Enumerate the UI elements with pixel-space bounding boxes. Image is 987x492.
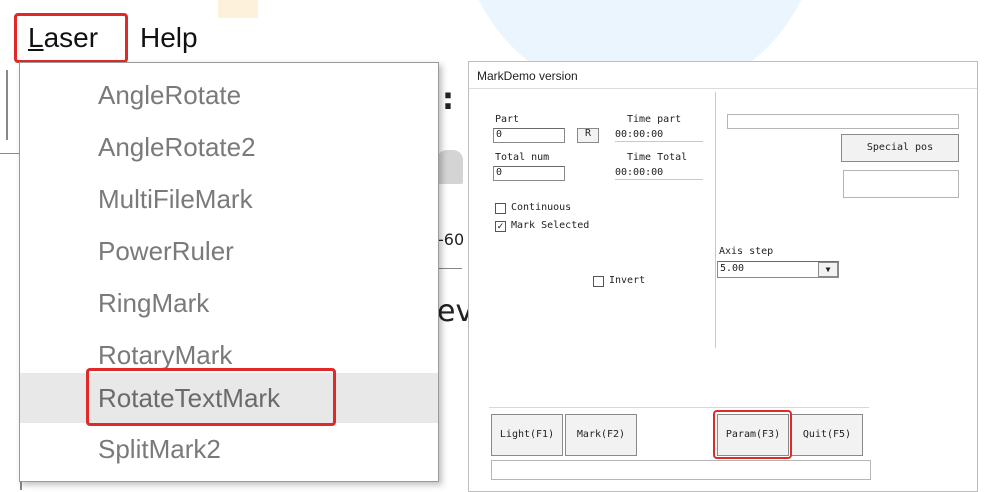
dialog-title: MarkDemo version	[477, 69, 578, 83]
mark-selected-checkbox[interactable]: ✓	[495, 221, 506, 232]
window-divider	[0, 153, 20, 154]
menu-help[interactable]: Help	[140, 22, 198, 54]
mark-button[interactable]: Mark(F2)	[565, 414, 637, 456]
window-fragment-icon	[437, 150, 463, 184]
part-label: Part	[495, 114, 520, 125]
quit-button[interactable]: Quit(F5)	[791, 414, 863, 456]
menu-item-anglerotate[interactable]: AngleRotate	[20, 71, 438, 123]
menu-item-label: RotaryMark	[98, 340, 233, 370]
window-border	[6, 70, 8, 140]
special-pos-field[interactable]	[843, 170, 959, 198]
chevron-down-icon[interactable]: ▼	[818, 262, 838, 277]
total-num-input[interactable]: 0	[493, 166, 565, 181]
continuous-label: Continuous	[511, 202, 572, 213]
total-num-value: 0	[496, 167, 503, 178]
invert-label: Invert	[609, 275, 646, 286]
menu-item-label: AngleRotate	[98, 80, 242, 110]
total-num-label: Total num	[495, 152, 550, 163]
button-row-separator	[489, 407, 869, 408]
mark-selected-label: Mark Selected	[511, 220, 590, 231]
reset-button[interactable]: R	[577, 128, 599, 143]
column-divider	[715, 92, 716, 348]
menu-item-multifilemark[interactable]: MultiFileMark	[20, 175, 438, 227]
time-part-underline	[615, 141, 703, 142]
menu-item-anglerotate2[interactable]: AngleRotate2	[20, 123, 438, 175]
time-total-label: Time Total	[627, 152, 688, 163]
window-ruler-line	[437, 268, 462, 269]
window-fragment-colon: :	[442, 82, 454, 117]
menu-item-powerruler[interactable]: PowerRuler	[20, 227, 438, 279]
markdemo-dialog: MarkDemo version Part 0 R Time part 00:0…	[468, 61, 978, 492]
background-accent-shape	[218, 0, 258, 18]
part-value: 0	[496, 129, 503, 140]
part-input[interactable]: 0	[493, 128, 565, 143]
info-display-field	[727, 114, 959, 129]
axis-step-label: Axis step	[719, 246, 774, 257]
menu-item-label: PowerRuler	[98, 236, 234, 266]
menu-item-splitmark2[interactable]: SplitMark2	[20, 425, 438, 477]
menu-item-label: MultiFileMark	[98, 184, 253, 214]
invert-checkbox[interactable]	[593, 276, 604, 287]
title-separator	[469, 88, 977, 89]
light-button[interactable]: Light(F1)	[491, 414, 563, 456]
menu-item-label: AngleRotate2	[98, 132, 256, 162]
continuous-checkbox[interactable]	[495, 203, 506, 214]
window-fragment-number: -60	[438, 230, 465, 249]
menu-item-ringmark[interactable]: RingMark	[20, 279, 438, 331]
axis-step-value: 5.00	[720, 263, 745, 274]
time-part-label: Time part	[627, 114, 682, 125]
rotatetextmark-highlight	[86, 368, 336, 426]
laser-menu-highlight	[14, 13, 128, 63]
status-bar	[491, 460, 871, 480]
menu-item-label: RingMark	[98, 288, 210, 318]
param-button-highlight	[713, 410, 792, 459]
special-pos-button[interactable]: Special pos	[841, 134, 959, 162]
time-part-value: 00:00:00	[615, 129, 664, 140]
menu-item-label: SplitMark2	[98, 434, 221, 464]
time-total-underline	[615, 179, 703, 180]
time-total-value: 00:00:00	[615, 167, 664, 178]
axis-step-select[interactable]: 5.00 ▼	[717, 261, 839, 278]
